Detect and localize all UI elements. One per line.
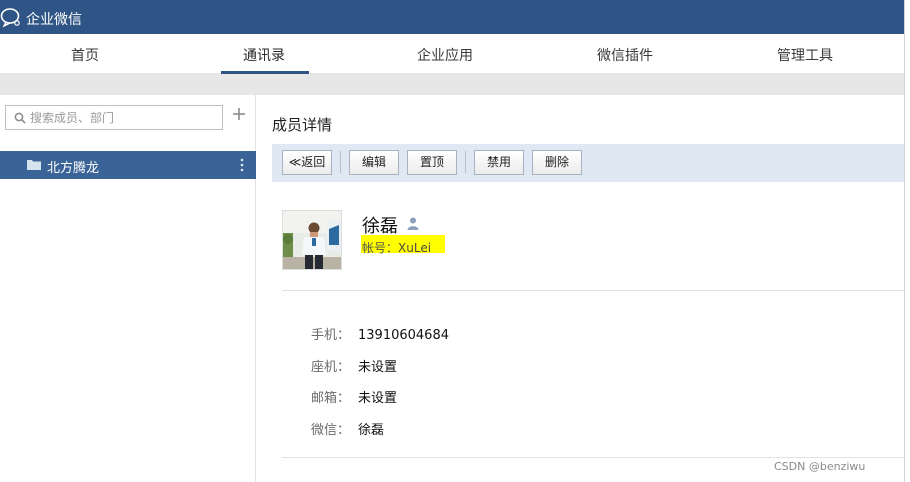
nav-wechat-plugin[interactable]: 微信插件 (597, 45, 653, 65)
department-item[interactable]: 北方腾龙 (0, 151, 256, 179)
edit-button[interactable]: 编辑 (349, 150, 399, 175)
department-label: 北方腾龙 (47, 161, 100, 176)
section-divider (282, 290, 904, 291)
watermark: CSDN @benziwu (774, 460, 866, 473)
field-label: 座机： (311, 360, 351, 375)
field-value: 未设置 (358, 391, 398, 406)
nav-admin-tools[interactable]: 管理工具 (777, 45, 833, 65)
nav-contacts[interactable]: 通讯录 (243, 45, 285, 65)
pin-button[interactable]: 置顶 (407, 150, 457, 175)
search-icon (14, 112, 26, 124)
avatar (282, 210, 342, 270)
app-title: 企业微信 (26, 12, 82, 28)
field-value: 未设置 (358, 360, 398, 375)
field-value: 徐磊 (358, 423, 385, 438)
member-detail-panel: 成员详情 ≪返回 编辑 置顶 禁用 删除 徐磊 帐号：XuLei 手机： 139… (257, 95, 904, 482)
action-toolbar: ≪返回 编辑 置顶 禁用 删除 (272, 144, 904, 182)
search-box[interactable] (5, 105, 223, 130)
page-title: 成员详情 (272, 116, 333, 134)
field-label: 微信： (311, 423, 351, 438)
nav-home[interactable]: 首页 (71, 45, 99, 65)
more-vertical-icon[interactable] (240, 158, 244, 172)
folder-icon (27, 160, 41, 170)
info-row-wechat: 微信： 徐磊 (311, 419, 384, 438)
member-account: 帐号：XuLei (362, 239, 431, 256)
section-divider (282, 457, 904, 458)
top-nav: 首页 通讯录 企业应用 微信插件 管理工具 (0, 34, 904, 74)
disable-button[interactable]: 禁用 (474, 150, 524, 175)
toolbar-divider (340, 151, 341, 173)
toolbar-divider (465, 151, 466, 173)
info-row-email: 邮箱： 未设置 (311, 387, 397, 406)
nav-enterprise-apps[interactable]: 企业应用 (417, 45, 473, 65)
back-button[interactable]: ≪返回 (282, 150, 332, 175)
account-label: 帐号： (362, 241, 399, 255)
field-value: 13910604684 (358, 328, 449, 343)
info-row-landline: 座机： 未设置 (311, 356, 397, 375)
person-icon (407, 217, 419, 230)
wechat-work-logo-icon (0, 8, 20, 27)
delete-button[interactable]: 删除 (532, 150, 582, 175)
info-row-mobile: 手机： 13910604684 (311, 324, 449, 343)
sidebar: 北方腾龙 (0, 95, 256, 482)
plus-icon[interactable] (232, 107, 246, 121)
title-bar: 企业微信 (0, 0, 904, 34)
search-input[interactable] (30, 109, 218, 127)
header-gap (0, 74, 904, 95)
field-label: 手机： (311, 328, 351, 343)
avatar-photo (283, 211, 341, 269)
account-value: XuLei (398, 241, 432, 255)
window-edge (904, 0, 910, 482)
field-label: 邮箱： (311, 391, 351, 406)
